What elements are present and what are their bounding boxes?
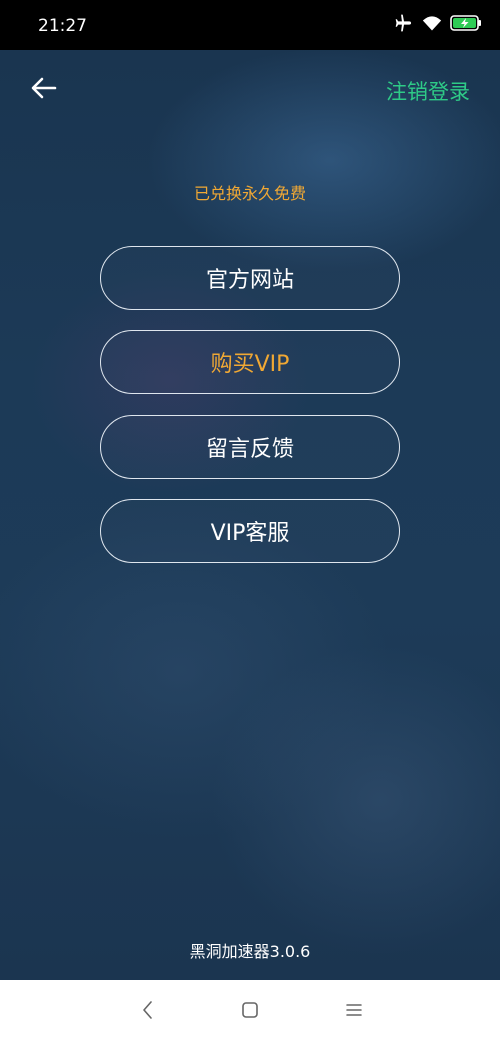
status-bar: 21:27	[0, 0, 500, 50]
buy-vip-button[interactable]: 购买VIP	[100, 330, 400, 394]
official-site-label: 官方网站	[205, 268, 294, 293]
official-site-button[interactable]: 官方网站	[100, 246, 400, 310]
airplane-icon	[394, 13, 414, 37]
logout-link[interactable]: 注销登录	[386, 76, 470, 106]
wifi-icon	[422, 14, 442, 36]
vip-status-text: 已兑换永久免费	[193, 184, 306, 203]
nav-back-button[interactable]	[136, 998, 160, 1022]
vip-support-label: VIP客服	[210, 521, 290, 546]
menu-icon	[346, 1004, 362, 1016]
main-panel: 注销登录 已兑换永久免费 官方网站 购买VIP 留言反馈 VIP客服 黑洞加速器…	[0, 50, 500, 980]
system-nav-bar	[0, 980, 500, 1040]
buy-vip-label: 购买VIP	[210, 352, 290, 377]
nav-home-button[interactable]	[238, 998, 262, 1022]
status-time: 21:27	[38, 16, 87, 36]
status-icons	[394, 14, 482, 36]
back-icon	[143, 1001, 152, 1019]
nav-menu-button[interactable]	[342, 998, 366, 1022]
vip-support-button[interactable]: VIP客服	[100, 499, 400, 563]
back-button[interactable]	[26, 70, 62, 106]
battery-charging-icon	[450, 14, 482, 36]
arrow-left-icon	[31, 77, 57, 99]
feedback-button[interactable]: 留言反馈	[100, 415, 400, 479]
feedback-label: 留言反馈	[205, 437, 294, 462]
home-icon	[242, 1002, 258, 1018]
app-version: 黑洞加速器3.0.6	[189, 942, 311, 961]
